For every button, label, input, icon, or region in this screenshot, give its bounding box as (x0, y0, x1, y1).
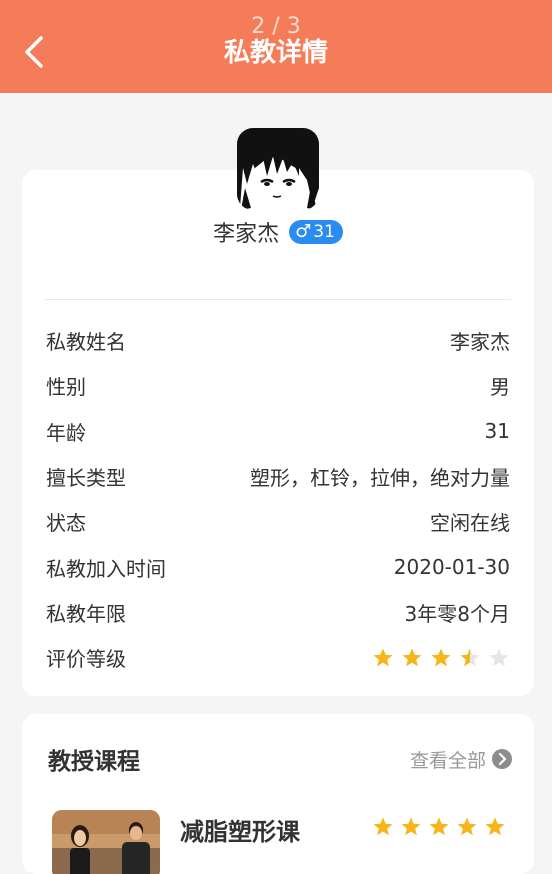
info-value: 李家杰 (450, 330, 510, 355)
star-filled-icon (485, 817, 505, 836)
info-row-gender: 性别 男 (46, 363, 510, 408)
info-row-status: 状态 空闲在线 (46, 499, 510, 544)
rating-stars (372, 647, 510, 669)
info-row-age: 年龄 31 (46, 409, 510, 454)
chevron-right-icon (492, 749, 512, 769)
info-label: 年龄 (46, 420, 86, 445)
info-label: 擅长类型 (46, 466, 126, 491)
info-label: 私教年限 (46, 601, 126, 626)
info-row-years: 私教年限 3年零8个月 (46, 590, 510, 635)
page-title: 私教详情 (223, 38, 328, 68)
section-title: 教授课程 (48, 749, 140, 775)
course-list-item[interactable]: 减脂塑形课 (50, 810, 510, 874)
gender-age-badge: ♂ 31 (289, 220, 343, 244)
course-rating-stars (372, 816, 506, 838)
info-label: 性别 (46, 375, 86, 400)
age-badge-value: 31 (313, 222, 335, 242)
star-filled-icon (457, 817, 477, 836)
male-icon: ♂ (295, 221, 312, 242)
info-label: 评价等级 (46, 647, 126, 672)
header-bar: 2 / 3 私教详情 (0, 0, 552, 93)
info-value: 空闲在线 (430, 511, 510, 536)
course-name: 减脂塑形课 (180, 818, 300, 846)
info-value: 3年零8个月 (404, 601, 510, 626)
avatar (237, 128, 319, 210)
star-half-icon (460, 648, 480, 666)
anime-boy-avatar-icon (237, 128, 319, 210)
divider (45, 299, 511, 300)
courses-header: 教授课程 查看全部 (48, 742, 512, 776)
coach-profile-card: 李家杰 ♂ 31 私教姓名 李家杰 性别 男 年龄 31 擅长类型 塑形，杠铃，… (22, 170, 534, 696)
info-label: 状态 (46, 511, 86, 536)
info-value: 31 (484, 419, 510, 444)
view-all-link[interactable]: 查看全部 (410, 746, 512, 773)
courses-card: 教授课程 查看全部 减脂塑形课 (22, 714, 534, 874)
star-filled-icon (401, 817, 421, 836)
info-value: 塑形，杠铃，拉伸，绝对力量 (250, 466, 510, 491)
info-row-specialties: 擅长类型 塑形，杠铃，拉伸，绝对力量 (46, 454, 510, 499)
course-thumbnail (52, 810, 160, 874)
info-value: 2020-01-30 (393, 555, 510, 580)
star-empty-icon (489, 648, 509, 666)
info-row-join-date: 私教加入时间 2020-01-30 (46, 544, 510, 589)
info-row-rating: 评价等级 (46, 635, 510, 680)
info-label: 私教加入时间 (46, 556, 166, 581)
star-filled-icon (373, 648, 393, 666)
view-all-label: 查看全部 (409, 749, 486, 772)
star-filled-icon (402, 648, 422, 666)
star-filled-icon (429, 817, 449, 836)
coach-name: 李家杰 (213, 222, 280, 247)
info-list: 私教姓名 李家杰 性别 男 年龄 31 擅长类型 塑形，杠铃，拉伸，绝对力量 状… (46, 318, 510, 680)
info-row-name: 私教姓名 李家杰 (46, 318, 510, 363)
info-value: 男 (490, 375, 510, 400)
name-row: 李家杰 ♂ 31 (22, 216, 534, 248)
info-label: 私教姓名 (46, 330, 126, 355)
star-filled-icon (431, 648, 451, 666)
star-filled-icon (373, 817, 393, 836)
